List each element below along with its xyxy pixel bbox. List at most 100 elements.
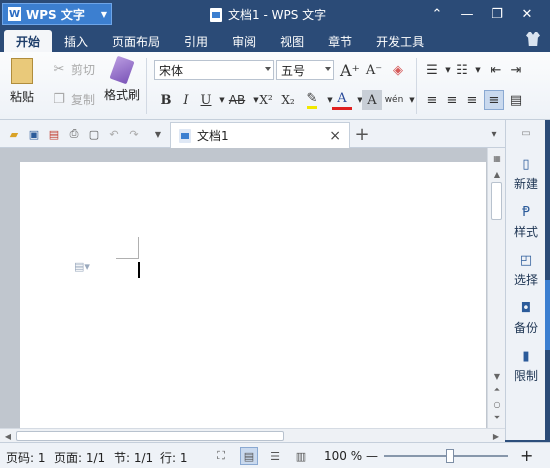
paste-button[interactable]: 粘贴 <box>10 58 34 105</box>
task-new[interactable]: ▯ 新建 <box>506 156 546 192</box>
task-style[interactable]: Ᵽ 样式 <box>506 204 546 240</box>
subscript-button[interactable]: X₂ <box>278 90 298 110</box>
panel-toggle-icon[interactable]: ▭ <box>514 126 538 140</box>
close-tab-icon[interactable]: × <box>329 128 341 144</box>
task-backup[interactable]: ◘ 备份 <box>506 300 546 336</box>
task-restrict[interactable]: ▮ 限制 <box>506 348 546 384</box>
web-view-icon[interactable]: ▥ <box>292 447 310 465</box>
undo-icon[interactable]: ↶ <box>106 126 122 142</box>
export-pdf-icon[interactable]: ▤ <box>46 126 62 142</box>
tab-view[interactable]: 视图 <box>268 30 316 52</box>
shrink-font-button[interactable]: A⁻ <box>364 60 384 80</box>
chevron-down-icon[interactable]: ▼ <box>468 60 488 80</box>
tab-insert[interactable]: 插入 <box>52 30 100 52</box>
grow-font-button[interactable]: A⁺ <box>340 60 360 80</box>
format-painter-button[interactable]: 格式刷 <box>104 55 141 103</box>
copy-button[interactable]: ❐ 复制 <box>50 90 95 108</box>
tab-options-icon[interactable]: ▾ <box>486 126 502 142</box>
vertical-scroll-thumb[interactable] <box>491 182 502 220</box>
tab-developer[interactable]: 开发工具 <box>364 30 436 52</box>
copy-label: 复制 <box>71 92 96 107</box>
distributed-align-icon[interactable]: ▤ <box>506 90 526 110</box>
cut-button[interactable]: ✂ 剪切 <box>50 60 95 78</box>
save-icon[interactable]: ▣ <box>26 126 42 142</box>
bold-button[interactable]: B <box>156 90 176 110</box>
print-icon[interactable]: ⎙ <box>66 126 82 142</box>
page-view-icon[interactable]: ▤ <box>240 447 258 465</box>
margin-marker <box>138 237 139 259</box>
redo-icon[interactable]: ↷ <box>126 126 142 142</box>
zoom-in-button[interactable]: + <box>520 446 533 465</box>
font-name-value: 宋体 <box>159 63 184 78</box>
task-select-label: 选择 <box>513 273 538 287</box>
tab-home[interactable]: 开始 <box>4 30 53 52</box>
tab-references[interactable]: 引用 <box>172 30 220 52</box>
decrease-indent-icon[interactable]: ⇤ <box>486 60 506 80</box>
quick-access-bar: ▰ ▣ ▤ ⎙ ▢ ↶ ↷ ▼ 文档1 × + ▾ <box>0 120 505 148</box>
clear-format-icon[interactable]: ◈ <box>388 60 408 80</box>
app-menu-button[interactable]: W WPS 文字 ▼ <box>2 3 112 25</box>
format-painter-label: 格式刷 <box>104 88 141 102</box>
panel-collapse-handle[interactable] <box>545 280 550 350</box>
new-tab-button[interactable]: + <box>352 124 372 145</box>
highlight-button[interactable]: ✎ <box>302 90 322 110</box>
scroll-up-icon[interactable]: ▲ <box>491 168 503 180</box>
document-page[interactable]: ▤▾ <box>20 162 486 428</box>
next-page-icon[interactable]: ⏷ <box>491 412 503 424</box>
scroll-right-icon[interactable]: ▶ <box>490 430 502 442</box>
collapse-ribbon-button[interactable]: ⌃ <box>426 3 448 25</box>
horizontal-scrollbar[interactable]: ◀ ▶ <box>0 428 505 442</box>
align-right-icon[interactable]: ≡ <box>462 90 482 110</box>
justify-icon[interactable]: ≡ <box>484 90 504 110</box>
document-tab[interactable]: 文档1 × <box>170 122 350 148</box>
vertical-scrollbar[interactable]: ▦ ▲ ▼ ⏶ ○ ⏷ <box>487 148 505 428</box>
margin-marker <box>116 258 138 259</box>
previous-page-icon[interactable]: ⏶ <box>491 384 503 396</box>
status-section: 节: 1/1 <box>114 451 154 465</box>
phonetic-guide-button[interactable]: wén <box>384 90 404 110</box>
select-browse-object-icon[interactable]: ○ <box>491 398 503 410</box>
clipboard-icon <box>11 58 33 84</box>
title-bar: W WPS 文字 ▼ 文档1 - WPS 文字 ⌃ — ❐ ✕ <box>0 0 550 28</box>
italic-button[interactable]: I <box>176 90 196 110</box>
chevron-down-icon: ▼ <box>100 9 107 19</box>
fullscreen-view-icon[interactable]: ⛶ <box>212 447 230 465</box>
zoom-level[interactable]: 100 % <box>324 449 362 463</box>
font-color-button[interactable]: A <box>332 90 352 110</box>
zoom-slider-thumb[interactable] <box>446 449 454 463</box>
backup-icon: ◘ <box>520 300 532 316</box>
tab-review[interactable]: 审阅 <box>220 30 268 52</box>
ruler-toggle-icon[interactable]: ▦ <box>491 152 503 164</box>
tab-chapter[interactable]: 章节 <box>316 30 364 52</box>
task-select[interactable]: ◰ 选择 <box>506 252 546 288</box>
open-folder-icon[interactable]: ▰ <box>6 126 22 142</box>
align-center-icon[interactable]: ≡ <box>442 90 462 110</box>
outline-view-icon[interactable]: ☰ <box>266 447 284 465</box>
char-shading-button[interactable]: A <box>362 90 382 110</box>
scroll-left-icon[interactable]: ◀ <box>2 430 14 442</box>
increase-indent-icon[interactable]: ⇥ <box>506 60 526 80</box>
print-preview-icon[interactable]: ▢ <box>86 126 102 142</box>
document-icon <box>210 7 222 22</box>
copy-icon: ❐ <box>53 91 65 107</box>
divider <box>146 58 147 114</box>
restore-button[interactable]: ❐ <box>486 3 508 25</box>
align-left-icon[interactable]: ≡ <box>422 90 442 110</box>
minimize-button[interactable]: — <box>456 3 478 25</box>
tab-page-layout[interactable]: 页面布局 <box>100 30 172 52</box>
wps-logo-icon: W <box>8 7 21 21</box>
task-style-label: 样式 <box>513 225 538 239</box>
scroll-down-icon[interactable]: ▼ <box>491 370 503 382</box>
font-name-select[interactable]: 宋体 <box>154 60 274 80</box>
chevron-down-icon[interactable]: ▼ <box>402 90 422 110</box>
horizontal-scroll-thumb[interactable] <box>16 431 284 441</box>
font-size-select[interactable]: 五号 <box>276 60 334 80</box>
document-icon <box>179 128 191 143</box>
ribbon: 粘贴 ✂ 剪切 ❐ 复制 格式刷 宋体 五号 A⁺ A⁻ ◈ B I U ▼ A… <box>0 52 550 120</box>
superscript-button[interactable]: X² <box>256 90 276 110</box>
zoom-out-button[interactable]: — <box>366 449 378 463</box>
paragraph-layout-icon[interactable]: ▤▾ <box>74 260 90 273</box>
status-pages: 页面: 1/1 <box>54 451 106 465</box>
customize-toolbar-icon[interactable]: ▼ <box>150 126 166 142</box>
close-button[interactable]: ✕ <box>516 3 538 25</box>
